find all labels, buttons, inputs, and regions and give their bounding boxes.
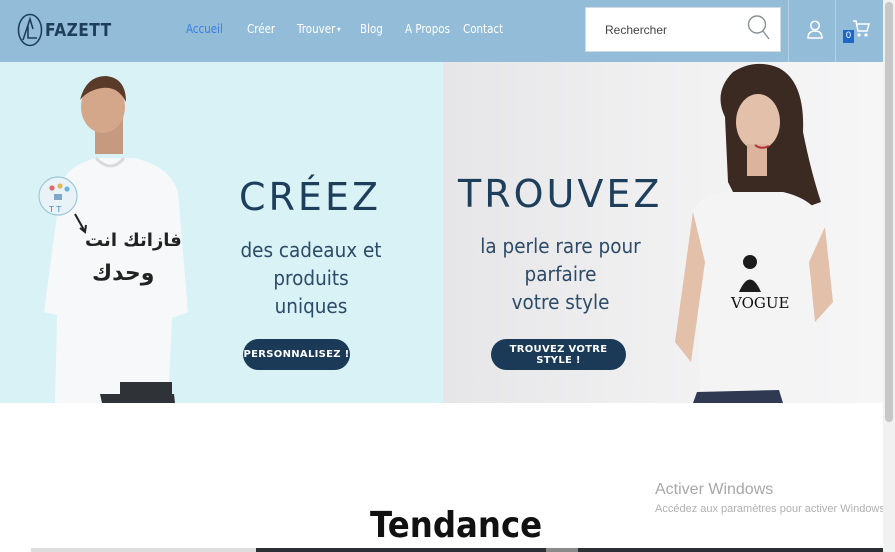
section-title-tendance: Tendance — [370, 505, 543, 546]
tshirt-print-line1: فازاتك انت — [85, 230, 182, 251]
hero-create-subtitle: des cadeaux et produits uniques — [240, 238, 382, 318]
logo-mark-icon — [17, 13, 43, 47]
page: FAZETT Accueil Créer Trouver ▾ Blog A Pro… — [0, 0, 895, 552]
product-card-edge — [256, 548, 546, 552]
nav-item-creer[interactable]: Créer — [247, 22, 275, 36]
windows-activation-subtitle: Accédez aux paramètres pour activer Wind… — [655, 503, 888, 515]
chevron-down-icon: ▾ — [337, 25, 341, 34]
header-divider — [835, 0, 836, 62]
model-woman-image: VOGUE — [675, 63, 833, 403]
nav-item-a-propos[interactable]: A Propos — [405, 22, 450, 36]
nav-item-trouver-label: Trouver — [297, 22, 336, 36]
nav-item-trouver[interactable]: Trouver ▾ — [297, 22, 341, 36]
personnalisez-button[interactable]: PERSONNALISEZ ! — [243, 339, 350, 370]
hero-create: T T فازاتك انت وحدك CRÉEZ des cadeaux et… — [0, 62, 443, 403]
windows-activation-title: Activer Windows — [655, 481, 774, 498]
search-input[interactable] — [586, 8, 736, 51]
header-divider — [788, 0, 789, 62]
cart-count-badge: 0 — [843, 30, 854, 43]
nav-item-blog[interactable]: Blog — [360, 22, 383, 36]
product-card-edge — [546, 548, 578, 552]
brand-name: FAZETT — [45, 19, 112, 41]
tshirt-print-vogue: VOGUE — [730, 294, 789, 312]
hero-find: TROUVEZ la perle rare pour parfaire votr… — [443, 62, 883, 403]
user-icon[interactable] — [807, 20, 823, 39]
nav-item-accueil[interactable]: Accueil — [186, 22, 223, 36]
cart-icon[interactable] — [852, 19, 870, 38]
site-header: FAZETT Accueil Créer Trouver ▾ Blog A Pro… — [0, 0, 883, 62]
search-icon[interactable] — [747, 14, 771, 42]
model-man-image: T T فازاتك انت وحدك — [38, 76, 188, 403]
scrollbar-thumb[interactable] — [885, 2, 893, 422]
logo[interactable]: FAZETT — [17, 12, 122, 48]
hero-create-title: CRÉEZ — [239, 175, 381, 219]
nav-item-contact[interactable]: Contact — [463, 22, 503, 36]
product-card-edge — [31, 548, 256, 552]
svg-text:T T: T T — [48, 205, 61, 214]
product-card-edge — [578, 548, 883, 552]
tshirt-print-line2: وحدك — [92, 261, 154, 286]
